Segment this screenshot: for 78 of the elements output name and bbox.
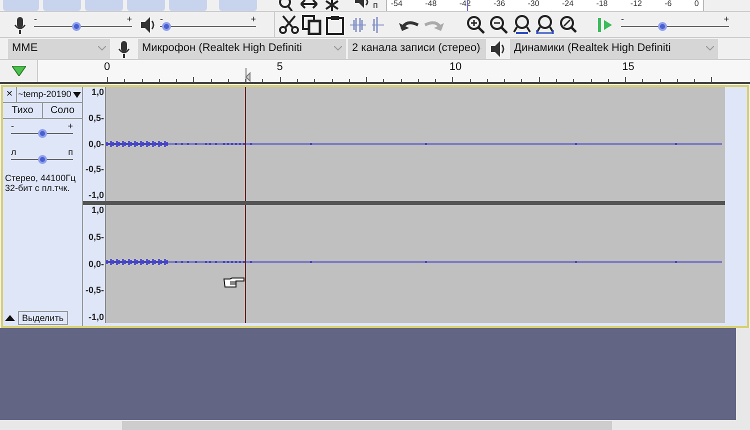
speaker-icon (140, 16, 156, 34)
plus-label: + (68, 122, 73, 131)
minus-label: - (160, 14, 163, 24)
playback-device-dropdown[interactable]: Динамики (Realtek High Definiti (510, 38, 718, 58)
meter-scale-label: -24 (562, 0, 574, 8)
time-shift-arrows-icon[interactable] (300, 0, 318, 11)
microphone-icon (12, 16, 28, 34)
plus-label: + (250, 14, 256, 24)
scrollbar-thumb[interactable] (122, 421, 612, 430)
slider-thumb[interactable] (162, 22, 171, 30)
meter-channel-label: п (373, 1, 378, 10)
amplitude-label: 1,0 (91, 88, 104, 97)
clipboard-icon[interactable] (325, 14, 345, 34)
collapse-triangle-icon[interactable] (5, 315, 15, 321)
minus-label: - (11, 122, 14, 131)
scissors-icon[interactable] (279, 14, 299, 34)
amplitude-label: -1,0 (88, 313, 104, 322)
amplitude-label: -1,0 (88, 191, 104, 200)
zoom-tool-icon[interactable] (278, 0, 294, 11)
vertical-scrollbar[interactable] (736, 328, 750, 430)
dropdown-caret-icon (706, 46, 714, 51)
slider-thumb[interactable] (38, 155, 46, 164)
timeline-label: 5 (276, 62, 283, 73)
meter-scale-label: -18 (596, 0, 608, 8)
slider[interactable]: - + (621, 18, 729, 32)
dropdown-caret-icon (98, 46, 106, 51)
zoom-out-icon[interactable] (489, 14, 509, 34)
track-info: 32-бит с пл.тчк. (5, 183, 71, 193)
amplitude-label: 0,0- (88, 260, 104, 268)
hand-pointer-icon (223, 277, 245, 289)
dropdown-caret-icon (334, 46, 342, 51)
meter-scale-label: -48 (425, 0, 437, 8)
fit-selection-icon[interactable] (512, 14, 532, 34)
zoom-toggle-icon[interactable] (558, 14, 578, 34)
dropdown-triangle-icon (73, 92, 81, 98)
amplitude-label: 1,0 (91, 206, 104, 215)
slider[interactable]: л п (11, 151, 73, 165)
zoom-in-icon[interactable] (466, 14, 486, 34)
audio-host-dropdown[interactable]: MME (8, 38, 110, 58)
timeline-ruler[interactable]: 0 5 10 15 (38, 60, 750, 82)
recording-channels-dropdown[interactable]: 2 канала записи (стерео) (348, 38, 486, 58)
meter-scale-label: -54 (390, 0, 402, 8)
meter-scale-label: 0 (694, 0, 699, 8)
amplitude-label: -0,5- (85, 165, 104, 174)
amplitude-label: 0,5- (88, 232, 104, 242)
minus-label: л (11, 148, 16, 157)
amplitude-label: -0,5- (85, 286, 104, 296)
timeline-label: 0 (104, 62, 110, 73)
microphone-icon (116, 40, 132, 58)
select-track-button[interactable]: Выделить (18, 311, 68, 325)
meter-scale-label: -6 (664, 0, 672, 8)
timeline-label: 10 (449, 62, 462, 73)
recording-device-dropdown[interactable]: Микрофон (Realtek High Definiti (138, 38, 346, 58)
fit-project-icon[interactable] (535, 14, 555, 34)
plus-label: + (126, 14, 132, 24)
playhead-marker-icon (245, 68, 251, 82)
slider-thumb[interactable] (658, 22, 667, 30)
meter-scale-label: -12 (630, 0, 642, 8)
minus-label: - (34, 14, 37, 24)
plus-label: + (724, 14, 729, 24)
speaker-icon (490, 40, 506, 58)
minus-label: - (621, 14, 624, 24)
multi-tool-asterisk-icon[interactable] (324, 0, 340, 11)
slider-thumb[interactable] (72, 22, 82, 30)
amplitude-label: 0,5- (88, 114, 104, 123)
track-info: Стерео, 44100Гц (5, 173, 77, 183)
slider[interactable]: - + (160, 18, 256, 32)
plus-label: п (68, 148, 73, 157)
meter-scale-label: -30 (528, 0, 540, 8)
slider-thumb[interactable] (38, 129, 46, 138)
horizontal-scrollbar[interactable] (0, 420, 736, 430)
slider[interactable]: - + (11, 125, 73, 139)
amplitude-label: 0,0- (88, 140, 104, 148)
copy-icon[interactable] (302, 14, 322, 34)
pin-triangle-icon[interactable] (12, 66, 26, 76)
meter-scale-label: -36 (494, 0, 506, 8)
slider[interactable]: - + (34, 18, 132, 32)
timeline-label: 15 (622, 62, 634, 73)
